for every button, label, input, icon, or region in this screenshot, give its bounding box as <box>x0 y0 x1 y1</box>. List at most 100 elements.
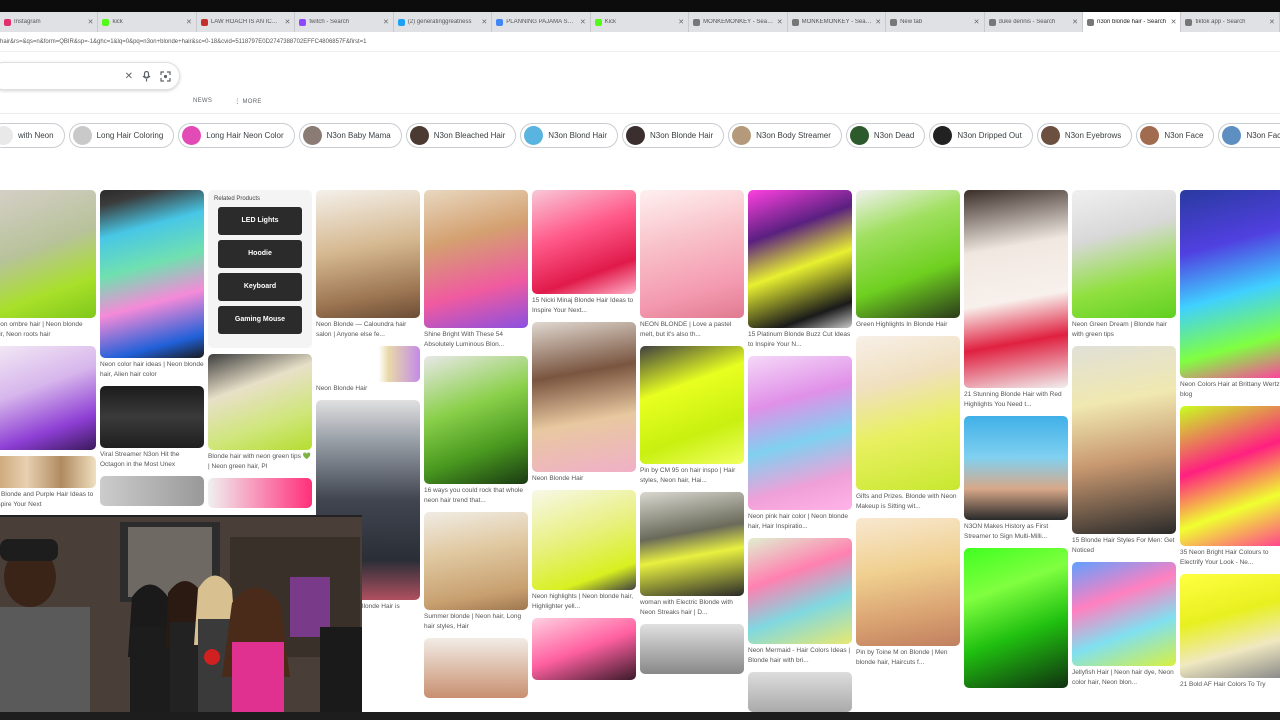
related-search-chip[interactable]: N3on Face Portrait <box>1218 123 1280 148</box>
result-thumbnail[interactable] <box>1180 406 1280 546</box>
result-thumbnail[interactable] <box>748 356 852 510</box>
browser-tab[interactable]: Instagram ✕ <box>0 12 99 32</box>
result-thumbnail[interactable] <box>100 386 204 448</box>
result-caption[interactable]: Neon Mermaid - Hair Colors Ideas | Blond… <box>748 646 852 666</box>
product-button[interactable]: LED Lights <box>218 207 302 235</box>
result-caption[interactable]: NEON BLONDE | Love a pastel melt, but it… <box>640 320 744 340</box>
result-caption[interactable]: 15 Blonde Hair Styles For Men: Get Notic… <box>1072 536 1176 556</box>
result-thumbnail[interactable] <box>748 538 852 644</box>
search-box[interactable]: ✕ <box>0 62 180 90</box>
result-thumbnail[interactable] <box>424 638 528 698</box>
image-result[interactable]: 15 Blonde and Purple Hair Ideas to Inspi… <box>0 456 96 510</box>
result-caption[interactable]: 15 Blonde and Purple Hair Ideas to Inspi… <box>0 490 96 510</box>
result-caption[interactable]: Neon Blonde Hair <box>532 474 636 484</box>
result-thumbnail[interactable] <box>1072 562 1176 666</box>
result-caption[interactable]: Neon color hair ideas | Neon blonde hair… <box>100 360 204 380</box>
image-result[interactable] <box>964 548 1068 688</box>
related-search-chip[interactable]: N3on Dripped Out <box>929 123 1033 148</box>
image-result[interactable] <box>424 638 528 698</box>
image-result[interactable]: Neon Blonde Hair <box>532 322 636 484</box>
close-tab-icon[interactable]: ✕ <box>777 18 783 26</box>
image-result[interactable]: Blonde hair with neon green tips 💚 | Neo… <box>208 354 312 472</box>
image-result[interactable]: Neon color hair ideas | Neon blonde hair… <box>100 190 204 380</box>
result-caption[interactable]: Pin by CM 95 on hair inspo | Hair styles… <box>640 466 744 486</box>
product-button[interactable]: Gaming Mouse <box>218 306 302 334</box>
related-search-chip[interactable]: N3on Bleached Hair <box>405 123 517 148</box>
image-result[interactable]: Pin by Toine M on Blonde | Men blonde ha… <box>856 518 960 668</box>
image-result[interactable]: 15 Nicki Minaj Blonde Hair Ideas to Insp… <box>532 190 636 316</box>
microphone-icon[interactable] <box>142 70 151 82</box>
image-result[interactable]: Neon Green Dream | Blonde hair with gree… <box>1072 190 1176 340</box>
result-caption[interactable]: Blonde hair with neon green tips 💚 | Neo… <box>208 452 312 472</box>
result-caption[interactable]: woman with Electric Blonde with Neon Str… <box>640 598 744 618</box>
related-search-chip[interactable]: N3on Blond Hair <box>520 123 618 148</box>
result-thumbnail[interactable] <box>100 476 204 506</box>
image-result[interactable]: Pin by CM 95 on hair inspo | Hair styles… <box>640 346 744 486</box>
close-tab-icon[interactable]: ✕ <box>974 18 980 26</box>
result-thumbnail[interactable] <box>208 478 312 508</box>
close-tab-icon[interactable]: ✕ <box>186 18 192 26</box>
close-tab-icon[interactable]: ✕ <box>580 18 586 26</box>
image-result[interactable] <box>100 476 204 506</box>
result-caption[interactable]: 21 Stunning Blonde Hair with Red Highlig… <box>964 390 1068 410</box>
result-caption[interactable]: Viral Streamer N3on Hit the Octagon in t… <box>100 450 204 470</box>
image-result[interactable]: 21 Bold AF Hair Colors To Try <box>1180 574 1280 690</box>
image-result[interactable]: 16 ways you could rock that whole neon h… <box>424 356 528 506</box>
result-thumbnail[interactable] <box>208 354 312 450</box>
result-caption[interactable]: Shine Bright With These 54 Absolutely Lu… <box>424 330 528 350</box>
result-thumbnail[interactable] <box>964 548 1068 688</box>
result-thumbnail[interactable] <box>748 672 852 712</box>
browser-tab[interactable]: kick ✕ <box>98 12 197 32</box>
related-search-chip[interactable]: with Neon <box>0 123 65 148</box>
result-thumbnail[interactable] <box>1180 190 1280 378</box>
image-result[interactable]: Neon Mermaid - Hair Colors Ideas | Blond… <box>748 538 852 666</box>
close-tab-icon[interactable]: ✕ <box>284 18 290 26</box>
result-thumbnail[interactable] <box>532 618 636 680</box>
nav-more[interactable]: ⋮ MORE <box>234 98 261 105</box>
result-caption[interactable]: Pin by Toine M on Blonde | Men blonde ha… <box>856 648 960 668</box>
result-thumbnail[interactable] <box>640 346 744 464</box>
image-result[interactable]: Green Highlights In Blonde Hair <box>856 190 960 330</box>
close-tab-icon[interactable]: ✕ <box>88 18 94 26</box>
related-search-chip[interactable]: N3on Face <box>1136 123 1215 148</box>
browser-tab[interactable]: twitch - Search ✕ <box>295 12 394 32</box>
close-tab-icon[interactable]: ✕ <box>678 18 684 26</box>
image-result[interactable]: NEON BLONDE | Love a pastel melt, but it… <box>640 190 744 340</box>
result-caption[interactable]: N3ON Makes History as First Streamer to … <box>964 522 1068 542</box>
product-button[interactable]: Hoodie <box>218 240 302 268</box>
result-caption[interactable]: Neon pink hair color | Neon blonde hair,… <box>748 512 852 532</box>
browser-tab[interactable]: PLANNING PAJAMA STREAM✕ <box>492 12 591 32</box>
related-search-chip[interactable]: N3on Baby Mama <box>298 123 402 148</box>
result-caption[interactable]: 15 Platinum Blonde Buzz Cut Ideas to Ins… <box>748 330 852 350</box>
result-thumbnail[interactable] <box>0 456 96 488</box>
image-result[interactable]: Neon Blonde — Caloundra hair salon | Any… <box>316 190 420 340</box>
result-thumbnail[interactable] <box>640 624 744 674</box>
image-result[interactable]: Neon Colors Hair at Brittany Wertz blog <box>1180 190 1280 400</box>
result-thumbnail[interactable] <box>0 346 96 450</box>
result-caption[interactable]: 21 Bold AF Hair Colors To Try <box>1180 680 1280 690</box>
result-caption[interactable]: Summer blonde | Neon hair, Long hair sty… <box>424 612 528 632</box>
result-thumbnail[interactable] <box>640 492 744 596</box>
image-result[interactable]: Shine Bright With These 54 Absolutely Lu… <box>424 190 528 350</box>
result-caption[interactable]: Neon Blonde — Caloundra hair salon | Any… <box>316 320 420 340</box>
result-thumbnail[interactable] <box>964 190 1068 388</box>
image-result[interactable]: 15 Platinum Blonde Buzz Cut Ideas to Ins… <box>748 190 852 350</box>
image-result[interactable]: Neon pink hair color | Neon blonde hair,… <box>748 356 852 532</box>
image-result[interactable]: Neon ombre hair | Neon blonde hair, Neon… <box>0 190 96 340</box>
related-search-chip[interactable]: N3on Body Streamer <box>728 123 842 148</box>
result-thumbnail[interactable] <box>856 336 960 490</box>
close-tab-icon[interactable]: ✕ <box>875 18 881 26</box>
product-button[interactable]: Keyboard <box>218 273 302 301</box>
result-thumbnail[interactable] <box>1180 574 1280 678</box>
browser-tab[interactable]: duke dennis - Search ✕ <box>985 12 1083 32</box>
close-tab-icon[interactable]: ✕ <box>1072 18 1078 26</box>
result-thumbnail[interactable] <box>1072 190 1176 318</box>
image-result[interactable] <box>0 346 96 450</box>
image-result[interactable] <box>532 618 636 680</box>
result-caption[interactable]: 15 Nicki Minaj Blonde Hair Ideas to Insp… <box>532 296 636 316</box>
close-tab-icon[interactable]: ✕ <box>1269 18 1275 26</box>
image-result[interactable]: woman with Electric Blonde with Neon Str… <box>640 492 744 618</box>
result-thumbnail[interactable] <box>640 190 744 318</box>
image-result[interactable]: Neon Blonde Hair <box>316 346 420 394</box>
result-caption[interactable]: Neon highlights | Neon blonde hair, High… <box>532 592 636 612</box>
